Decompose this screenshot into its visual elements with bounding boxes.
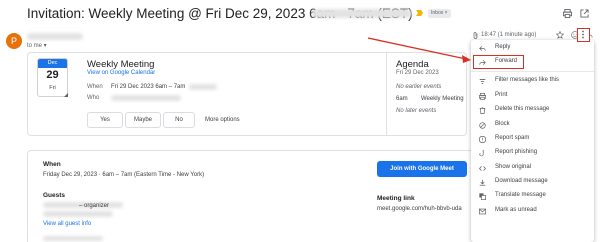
annotation-arrow (367, 37, 471, 63)
